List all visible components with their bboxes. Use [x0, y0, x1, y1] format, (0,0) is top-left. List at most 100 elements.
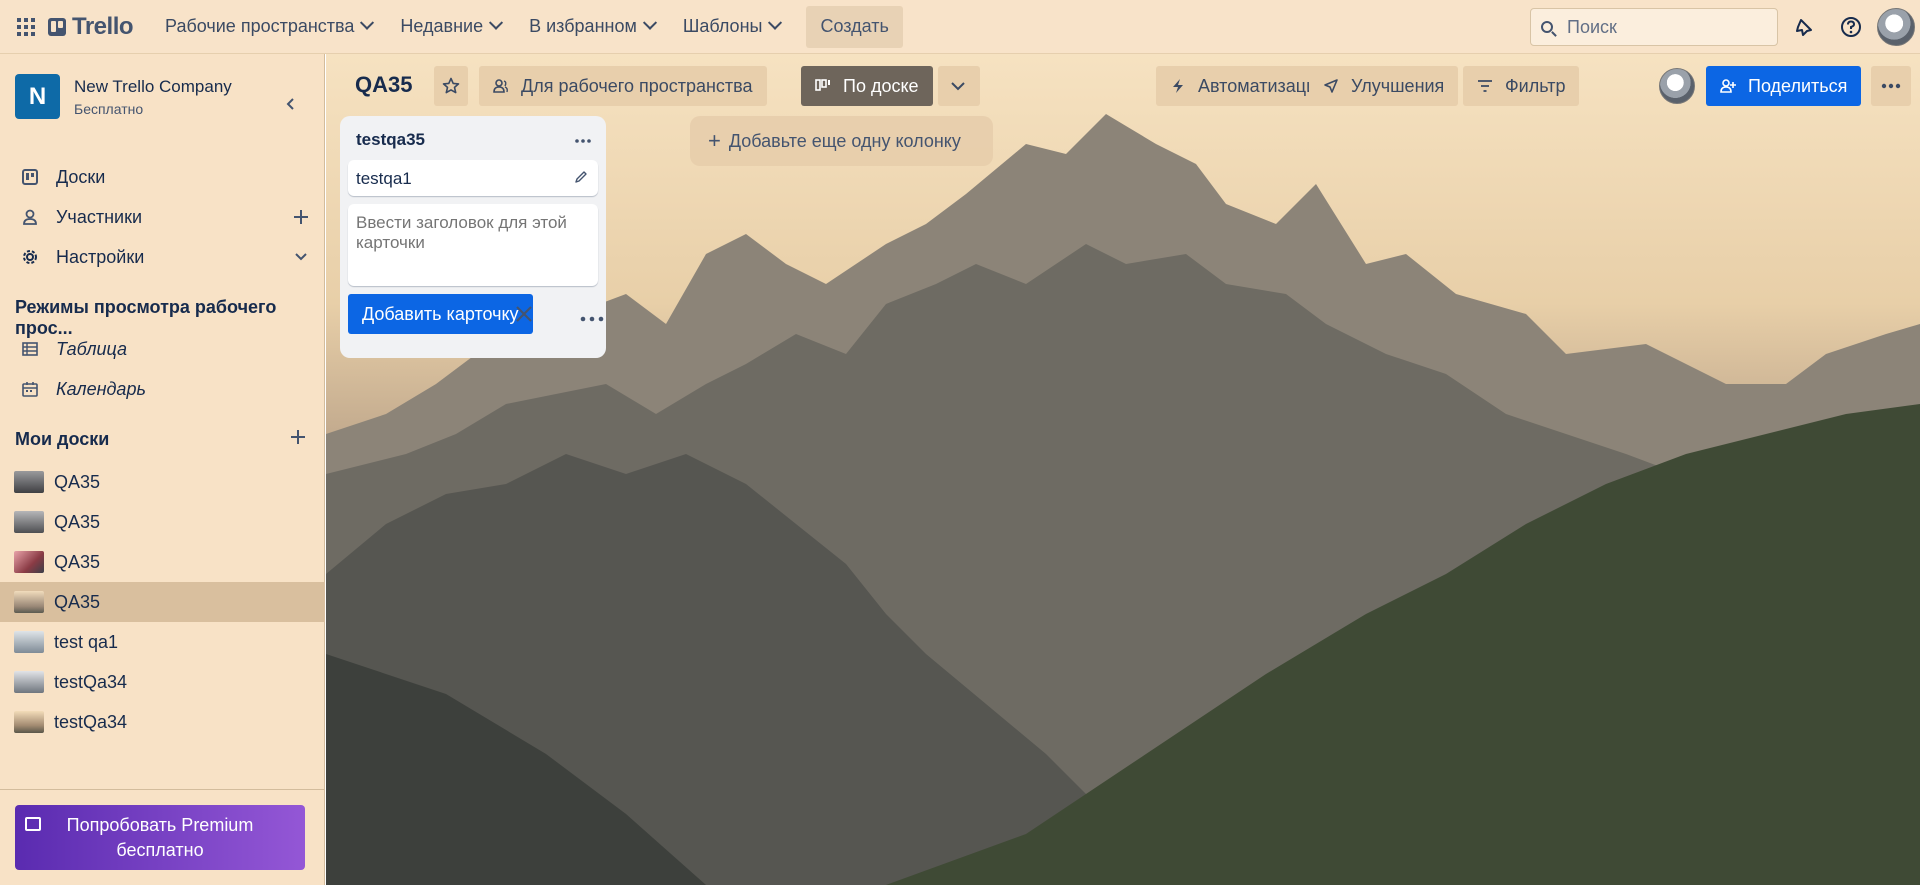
power-ups-button[interactable]: Улучшения [1309, 66, 1459, 106]
premium-line-2: бесплатно [116, 839, 204, 860]
board-thumbnail [14, 591, 44, 613]
add-column-button[interactable]: + Добавьте еще одну колонку [690, 116, 993, 166]
workspace-header[interactable]: N New Trello Company Бесплатно [15, 74, 232, 119]
user-avatar[interactable] [1877, 8, 1915, 46]
sidebar-item-label: Участники [56, 206, 142, 227]
list-column: testqa35 testqa1 Добавить карточку [340, 116, 606, 358]
search-placeholder: Поиск [1567, 16, 1617, 37]
sidebar-item-calendar[interactable]: Календарь [0, 369, 325, 409]
add-card-button[interactable]: Добавить карточку [348, 294, 533, 334]
board-label: testQa34 [54, 711, 128, 732]
notifications-icon[interactable] [1790, 12, 1820, 42]
sidebar-board-item-active[interactable]: QA35 [0, 582, 325, 622]
close-icon[interactable] [512, 302, 536, 326]
chevron-down-icon [951, 82, 965, 91]
power-ups-label: Улучшения [1351, 75, 1445, 96]
add-member-plus-icon[interactable] [293, 209, 309, 225]
brand-name: Trello [72, 12, 134, 40]
plus-icon: + [708, 128, 721, 153]
people-icon [493, 78, 509, 94]
card-title: testqa1 [356, 169, 412, 188]
sidebar-item-label: Настройки [56, 246, 145, 267]
automation-label: Автоматизация [1198, 75, 1326, 96]
trello-logo[interactable]: Trello [48, 12, 134, 41]
visibility-label: Для рабочего пространства [521, 75, 753, 96]
menu-label: Шаблоны [682, 16, 763, 36]
sidebar-item-table[interactable]: Таблица [0, 329, 325, 369]
share-label: Поделиться [1748, 75, 1848, 96]
more-icon [1881, 83, 1901, 89]
card-title-input[interactable] [348, 204, 598, 286]
more-icon [580, 316, 604, 322]
sidebar-divider [0, 789, 325, 790]
board-title[interactable]: QA35 [355, 72, 412, 98]
board-label: QA35 [54, 471, 101, 492]
sidebar-item-settings[interactable]: Настройки [0, 237, 325, 277]
visibility-button[interactable]: Для рабочего пространства [479, 66, 767, 106]
premium-line-1: Попробовать Premium [66, 814, 254, 835]
composer-more-button[interactable] [580, 302, 604, 328]
star-board-button[interactable] [434, 66, 468, 106]
search-icon [1541, 21, 1553, 33]
board-thumbnail [14, 711, 44, 733]
apps-grid-icon[interactable] [10, 11, 42, 43]
edit-pencil-icon[interactable] [574, 170, 588, 184]
sidebar-board-item[interactable]: QA35 [0, 542, 325, 582]
board-menu-button[interactable] [1871, 66, 1911, 106]
list-title[interactable]: testqa35 [356, 130, 425, 150]
board-label: testQa34 [54, 671, 128, 692]
share-button[interactable]: Поделиться [1706, 66, 1862, 106]
sidebar-board-item[interactable]: testQa34 [0, 702, 325, 742]
person-icon [22, 209, 38, 225]
board-label: QA35 [54, 591, 101, 612]
chevron-left-icon [286, 98, 294, 110]
sidebar-item-boards[interactable]: Доски [0, 157, 325, 197]
sidebar-board-item[interactable]: QA35 [0, 502, 325, 542]
try-premium-button[interactable]: Попробовать Premium бесплатно [15, 805, 305, 870]
workspace-logo: N [15, 74, 60, 119]
view-dropdown-button[interactable] [938, 66, 980, 106]
calendar-icon [22, 381, 38, 397]
sidebar-board-item[interactable]: test qa1 [0, 622, 325, 662]
menu-templates[interactable]: Шаблоны [671, 7, 793, 47]
table-icon [22, 341, 38, 357]
chevron-down-icon [489, 15, 504, 30]
chevron-down-icon[interactable] [293, 249, 309, 265]
filter-icon [1477, 78, 1493, 94]
member-avatar[interactable] [1659, 68, 1695, 104]
board-thumbnail [14, 671, 44, 693]
menu-label: Недавние [400, 16, 484, 36]
add-person-icon [1720, 78, 1736, 94]
card[interactable]: testqa1 [348, 160, 598, 196]
list-menu-button[interactable] [574, 128, 592, 149]
menu-starred[interactable]: В избранном [517, 7, 667, 47]
my-boards-title: Мои доски [15, 429, 110, 449]
board-label: QA35 [54, 551, 101, 572]
sidebar-board-item[interactable]: QA35 [0, 462, 325, 502]
search-input[interactable]: Поиск [1530, 8, 1778, 46]
filter-label: Фильтр [1505, 75, 1566, 96]
create-button[interactable]: Создать [806, 5, 903, 48]
sidebar: N New Trello Company Бесплатно Доски Уча… [0, 54, 325, 885]
board-label: QA35 [54, 511, 101, 532]
filter-button[interactable]: Фильтр [1463, 66, 1580, 106]
star-icon [442, 77, 460, 94]
chevron-down-icon [360, 15, 375, 30]
board-label: test qa1 [54, 631, 119, 652]
add-board-plus-icon[interactable] [290, 429, 306, 450]
board-thumbnail [14, 511, 44, 533]
workspace-name: New Trello Company [74, 76, 232, 96]
board-thumbnail [14, 471, 44, 493]
sidebar-item-members[interactable]: Участники [0, 197, 325, 237]
menu-workspaces[interactable]: Рабочие пространства [153, 7, 384, 47]
collapse-sidebar-button[interactable] [278, 92, 302, 116]
menu-recent[interactable]: Недавние [388, 7, 513, 47]
view-switcher-button[interactable]: По доске [801, 66, 933, 106]
help-icon[interactable] [1836, 12, 1866, 42]
sidebar-item-label: Доски [56, 166, 106, 187]
sidebar-item-label: Календарь [56, 378, 146, 399]
chevron-down-icon [768, 15, 783, 30]
trello-logo-icon [48, 17, 66, 36]
sidebar-board-item[interactable]: testQa34 [0, 662, 325, 702]
board-view-icon [815, 78, 831, 94]
